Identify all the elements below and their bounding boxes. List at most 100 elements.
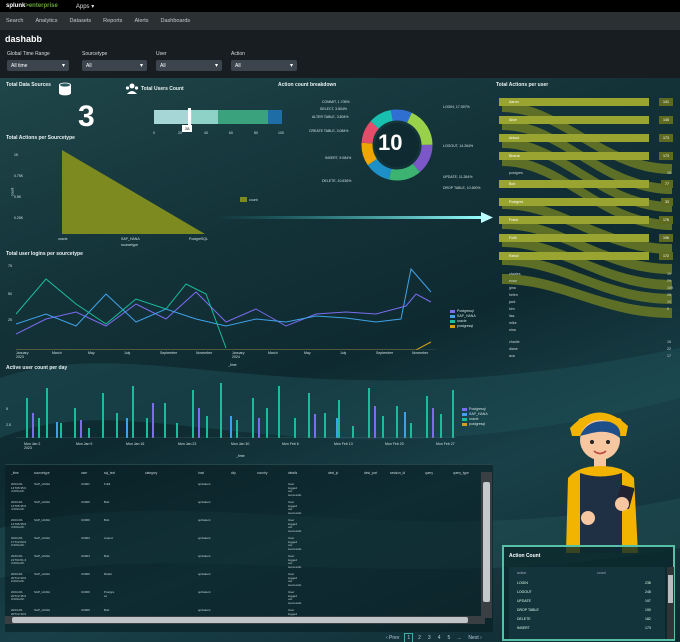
user-dropdown[interactable]: All <box>156 60 222 71</box>
sankey-value: 17 <box>667 354 671 358</box>
active-users-bar-chart <box>16 383 456 438</box>
table-header[interactable]: city <box>231 471 236 475</box>
sankey-value: 29 <box>667 279 671 283</box>
sankey-node[interactable]: Aaron 141 <box>499 98 673 106</box>
filter-label: Action <box>231 51 245 57</box>
gauge-segment-1 <box>154 110 192 124</box>
apps-menu[interactable]: Apps ▾ <box>76 3 94 10</box>
sankey-node[interactable]: Alice 145 <box>499 116 673 124</box>
y-tick: 25 <box>8 318 12 322</box>
table-cell: Bob <box>104 518 110 522</box>
table-cell: 182 <box>645 617 651 621</box>
prev-page-button[interactable]: ‹ Prev <box>384 634 401 642</box>
gauge-segment-4 <box>268 110 282 124</box>
filter-action: Action All <box>231 51 297 71</box>
table-header[interactable]: country <box>257 471 267 475</box>
table-cell: U0006 <box>81 518 90 522</box>
y-tick: 5 <box>6 407 8 411</box>
donut-label: ALTER TABLE, 3.804% <box>312 115 349 119</box>
sankey-value: 173 <box>659 152 673 160</box>
table-header[interactable]: sql_text <box>104 471 115 475</box>
sankey-node[interactable]: Rahul 172 <box>499 252 673 260</box>
table-header[interactable]: category <box>145 471 157 475</box>
table-header[interactable]: query <box>425 471 433 475</box>
nav-dashboards[interactable]: Dashboards <box>161 18 191 24</box>
sankey-user: evan <box>509 279 517 283</box>
table-header[interactable]: count <box>597 571 606 575</box>
table-header[interactable]: _time <box>11 471 19 475</box>
next-page-button[interactable]: Next › <box>466 634 483 642</box>
legend-swatch <box>462 418 467 421</box>
table-header[interactable]: action <box>517 571 526 575</box>
sankey-value: 6 <box>667 307 669 311</box>
splunk-logo[interactable]: splunk>enterprise <box>6 3 58 9</box>
table-header[interactable]: details <box>288 471 297 475</box>
x-tick: September <box>160 351 178 355</box>
action-dropdown[interactable]: All <box>231 60 297 71</box>
database-icon <box>57 82 73 96</box>
sankey-node[interactable]: Bob 77 <box>499 180 673 188</box>
nav-search[interactable]: Search <box>6 18 23 24</box>
sankey-user: Frank <box>509 218 519 222</box>
logo-text: splunk <box>6 3 26 9</box>
sankey-user: Fulill <box>509 236 517 240</box>
action-count-panel: Action Count action count LOGIN 238 LOGOUT… <box>502 545 675 641</box>
table-cell: User logged out successfu <box>288 590 302 605</box>
legend-swatch <box>450 315 455 318</box>
page-3-button[interactable]: 3 <box>426 634 433 642</box>
page-4-button[interactable]: 4 <box>436 634 443 642</box>
filter-time: Global Time Range All time <box>7 51 69 71</box>
table-cell: Bob <box>104 608 110 612</box>
y-tick: 0.25K <box>14 216 24 220</box>
gauge-tick: 60 <box>229 131 233 135</box>
nav-alerts[interactable]: Alerts <box>134 18 148 24</box>
logo-suffix: >enterprise <box>25 3 58 9</box>
active-users-title: Active user count per day <box>6 365 68 371</box>
table-cell: User logged out successfu <box>288 500 302 515</box>
sankey-node[interactable]: Frank 176 <box>499 216 673 224</box>
sankey-node[interactable]: Antoni 173 <box>499 134 673 142</box>
table-cell: User logged out successfu <box>288 572 302 587</box>
time-range-dropdown[interactable]: All time <box>7 60 69 71</box>
table-header[interactable]: query_type <box>453 471 469 475</box>
sankey-user: Postgres <box>509 200 524 204</box>
table-cell: SAP_HANA <box>34 572 51 576</box>
nav-reports[interactable]: Reports <box>103 18 122 24</box>
page-2-button[interactable]: 2 <box>416 634 423 642</box>
sankey-node[interactable]: Bharat 173 <box>499 152 673 160</box>
filter-label: User <box>156 51 167 57</box>
table-cell: spilvalent <box>198 518 211 522</box>
sankey-value: 28 <box>667 293 671 297</box>
x-tick: Mon Jan 2 2023 <box>24 442 41 450</box>
table-header[interactable]: sourcetype <box>34 471 50 475</box>
table-cell: 2023-06- 20T12:35:0 0.000+00: <box>11 590 27 602</box>
sankey-bar-fill <box>499 252 649 260</box>
table-cell: spilvalent <box>198 554 211 558</box>
sankey-user: Antoni <box>509 136 520 140</box>
table-cell: U0003 <box>81 536 90 540</box>
page-1-button[interactable]: 1 <box>404 633 414 642</box>
table-cell: SAP_HANA <box>34 554 51 558</box>
sankey-node[interactable]: Postgres 33 <box>499 198 673 206</box>
y-tick: 75 <box>8 264 12 268</box>
table-header[interactable]: user <box>81 471 87 475</box>
table-header[interactable]: dest_port <box>364 471 377 475</box>
action-count-title: Action Count <box>509 553 541 559</box>
sourcetype-dropdown[interactable]: All <box>82 60 147 71</box>
sankey-user: charlie <box>509 340 520 344</box>
table-header[interactable]: dest_ip <box>328 471 338 475</box>
table-header[interactable]: host <box>198 471 204 475</box>
x-axis-label: _time <box>236 454 245 458</box>
table-cell: 238 <box>645 581 651 585</box>
table-cell: 2023-06- 17T12:00:0 0.000+00: <box>11 536 27 548</box>
x-axis-label: _time <box>228 363 237 367</box>
table-cell: spilvalent <box>198 482 211 486</box>
action-count-scroll-thumb[interactable] <box>668 575 673 603</box>
nav-analytics[interactable]: Analytics <box>35 18 57 24</box>
table-scroll-thumb[interactable] <box>483 482 490 602</box>
table-header[interactable]: session_id <box>390 471 405 475</box>
page-5-button[interactable]: 5 <box>445 634 452 642</box>
nav-datasets[interactable]: Datasets <box>69 18 91 24</box>
sankey-node[interactable]: Fulill 196 <box>499 234 673 242</box>
table-hscroll-thumb[interactable] <box>12 617 468 623</box>
